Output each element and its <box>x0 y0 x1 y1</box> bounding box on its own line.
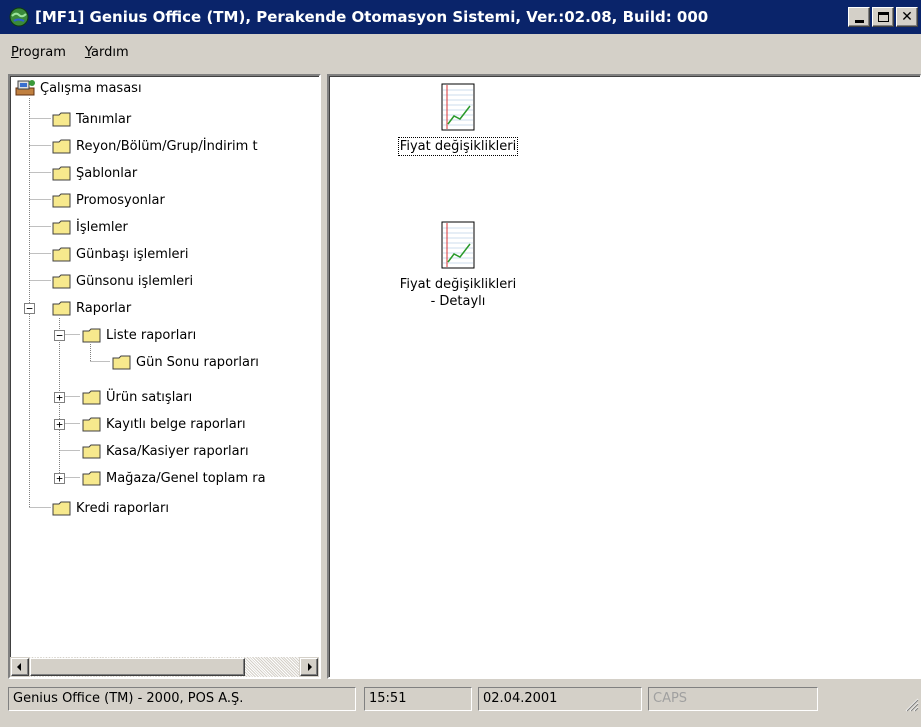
expand-urun-toggle[interactable]: + <box>54 392 65 403</box>
menu-bar: Program Yardım <box>0 40 137 64</box>
maximize-icon <box>877 12 889 22</box>
tree-item-gunbasi[interactable]: Günbaşı işlemleri <box>52 244 189 264</box>
tree-item-gunsonu[interactable]: Günsonu işlemleri <box>52 271 193 291</box>
tree-item-label: Tanımlar <box>76 111 132 127</box>
tree-item-label: Mağaza/Genel toplam ra <box>106 470 266 486</box>
scroll-right-button[interactable] <box>300 658 318 676</box>
collapse-raporlar-toggle[interactable]: − <box>24 303 35 314</box>
tree-item-label: Kasa/Kasiyer raporları <box>106 443 249 459</box>
folder-icon <box>82 390 101 404</box>
minus-icon: − <box>26 302 33 315</box>
arrow-right-icon <box>308 663 312 671</box>
report-fiyat-degisiklikleri-detayli[interactable]: Fiyat değişiklikleri - Detaylı <box>373 220 543 310</box>
tree-item-tanimlar[interactable]: Tanımlar <box>52 109 131 129</box>
tree-item-kayitli-belge[interactable]: Kayıtlı belge raporları <box>82 414 246 434</box>
report-label-line2: - Detaylı <box>430 294 486 309</box>
report-fiyat-degisiklikleri[interactable]: Fiyat değişiklikleri <box>373 82 543 156</box>
report-label: Fiyat değişiklikleri - Detaylı <box>399 276 517 310</box>
expand-magaza-toggle[interactable]: + <box>54 473 65 484</box>
folder-open-icon <box>82 328 101 342</box>
folder-icon <box>82 417 101 431</box>
plus-icon: + <box>56 391 63 404</box>
folder-icon <box>52 193 71 207</box>
tree-item-sablonlar[interactable]: Şablonlar <box>52 163 137 183</box>
status-time: 15:51 <box>364 687 472 711</box>
report-list-panel[interactable]: Fiyat değişiklikleri Fiyat değişiklikler… <box>327 74 921 679</box>
tree-item-promosyonlar[interactable]: Promosyonlar <box>52 190 165 210</box>
menu-program-label: rogram <box>18 44 66 60</box>
scroll-track[interactable] <box>30 657 299 677</box>
menu-yardim-label: ardım <box>91 44 129 60</box>
scroll-thumb[interactable] <box>30 658 245 676</box>
minus-icon: − <box>56 329 63 342</box>
report-chart-icon <box>441 221 475 269</box>
tree-root-node[interactable]: Çalışma masası <box>14 78 142 98</box>
resize-grip-icon[interactable] <box>903 696 919 712</box>
folder-open-icon <box>52 301 71 315</box>
window-title: [MF1] Genius Office (TM), Perakende Otom… <box>35 8 709 26</box>
folder-icon <box>112 355 131 369</box>
tree-item-label: Kredi raporları <box>76 500 169 516</box>
folder-icon <box>52 274 71 288</box>
tree-item-label: Promosyonlar <box>76 192 165 208</box>
desk-icon <box>15 80 35 96</box>
tree-item-label: İşlemler <box>76 219 128 235</box>
tree-item-magaza-genel[interactable]: Mağaza/Genel toplam ra <box>82 468 266 488</box>
status-company: Genius Office (TM) - 2000, POS A.Ş. <box>8 687 356 711</box>
arrow-left-icon <box>17 663 21 671</box>
menu-program[interactable]: Program <box>0 45 74 60</box>
collapse-liste-toggle[interactable]: − <box>54 330 65 341</box>
report-chart-icon <box>441 83 475 131</box>
report-label-line1: Fiyat değişiklikleri <box>399 277 517 292</box>
folder-icon <box>82 471 101 485</box>
tree-item-label: Günbaşı işlemleri <box>76 246 189 262</box>
tree-item-islemler[interactable]: İşlemler <box>52 217 128 237</box>
tree-item-label: Reyon/Bölüm/Grup/İndirim t <box>76 138 258 154</box>
main-window: [MF1] Genius Office (TM), Perakende Otom… <box>0 0 921 727</box>
tree-item-kredi-raporlari[interactable]: Kredi raporları <box>52 498 169 518</box>
minimize-button[interactable] <box>848 7 870 27</box>
status-caps: CAPS <box>648 687 818 711</box>
tree-horizontal-scrollbar[interactable] <box>10 657 319 677</box>
tree-item-label: Raporlar <box>76 300 132 316</box>
minimize-icon <box>854 19 864 23</box>
folder-icon <box>82 444 101 458</box>
menu-program-mnemonic: P <box>11 44 19 60</box>
folder-icon <box>52 166 71 180</box>
tree-item-kasa-kasiyer[interactable]: Kasa/Kasiyer raporları <box>82 441 249 461</box>
status-bar: Genius Office (TM) - 2000, POS A.Ş. 15:5… <box>0 684 921 727</box>
plus-icon: + <box>56 418 63 431</box>
tree-item-label: Liste raporları <box>106 327 197 343</box>
scroll-left-button[interactable] <box>11 658 29 676</box>
folder-icon <box>52 220 71 234</box>
maximize-button[interactable] <box>872 7 894 27</box>
tree-item-label: Ürün satışları <box>106 389 193 405</box>
tree-item-liste-raporlari[interactable]: Liste raporları <box>82 325 196 345</box>
navigation-tree[interactable]: Çalışma masası Tanımlar Reyon/Bölüm/Grup… <box>8 74 321 679</box>
plus-icon: + <box>56 472 63 485</box>
tree-item-gun-sonu-raporlari[interactable]: Gün Sonu raporları <box>112 352 259 372</box>
title-bar[interactable]: [MF1] Genius Office (TM), Perakende Otom… <box>0 0 921 34</box>
status-date: 02.04.2001 <box>478 687 642 711</box>
close-button[interactable]: ✕ <box>896 7 918 27</box>
tree-item-label: Kayıtlı belge raporları <box>106 416 246 432</box>
menu-yardim[interactable]: Yardım <box>74 45 137 60</box>
folder-icon <box>52 139 71 153</box>
app-globe-icon[interactable] <box>8 6 30 28</box>
tree-item-raporlar[interactable]: Raporlar <box>52 298 131 318</box>
tree-item-label: Günsonu işlemleri <box>76 273 194 289</box>
tree-item-label: Şablonlar <box>76 165 138 181</box>
window-controls: ✕ <box>846 7 918 27</box>
folder-icon <box>52 501 71 515</box>
report-label: Fiyat değişiklikleri <box>397 137 519 156</box>
tree-item-reyon[interactable]: Reyon/Bölüm/Grup/İndirim t <box>52 136 258 156</box>
expand-kayitli-toggle[interactable]: + <box>54 419 65 430</box>
tree-item-label: Gün Sonu raporları <box>136 354 259 370</box>
tree-item-urun-satislari[interactable]: Ürün satışları <box>82 387 192 407</box>
tree-root-label: Çalışma masası <box>40 80 142 96</box>
folder-icon <box>52 112 71 126</box>
folder-icon <box>52 247 71 261</box>
close-icon: ✕ <box>901 9 913 25</box>
